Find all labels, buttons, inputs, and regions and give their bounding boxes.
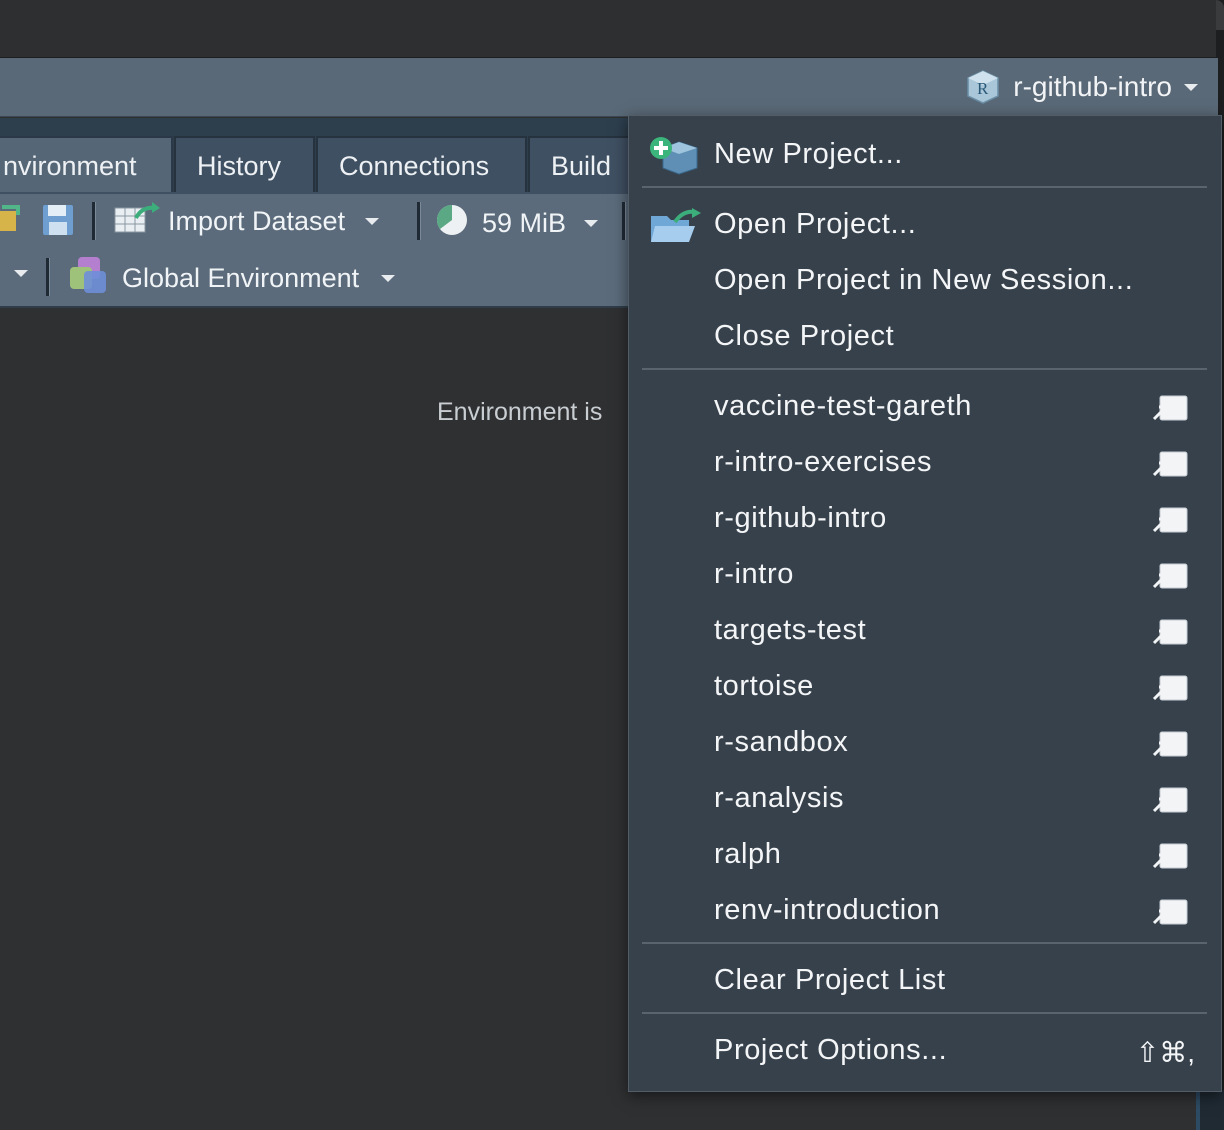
- project-dropdown-menu: New Project... Open Project... Open Proj…: [628, 115, 1222, 1092]
- tab-label: History: [197, 150, 282, 181]
- open-in-new-session-icon[interactable]: [1151, 506, 1189, 534]
- environment-select[interactable]: Global Environment: [70, 257, 396, 300]
- environment-scope-toolbar: Global Environment: [0, 250, 640, 308]
- pane-scrollbar[interactable]: [1196, 1090, 1224, 1130]
- tab-environment[interactable]: nvironment: [0, 136, 173, 194]
- chevron-down-icon: [584, 220, 599, 227]
- recent-project-item[interactable]: r-intro-exercises: [714, 446, 932, 479]
- project-options-shortcut: ⇧⌘,: [1135, 1037, 1195, 1068]
- close-project-menu-item[interactable]: Close Project: [714, 320, 894, 353]
- open-in-new-session-icon[interactable]: [1151, 842, 1189, 870]
- tab-history[interactable]: History: [174, 136, 315, 194]
- chevron-down-icon: [381, 275, 396, 282]
- chevron-down-icon: [1184, 83, 1198, 91]
- import-dataset-label: Import Dataset: [168, 206, 346, 236]
- recent-project-item[interactable]: tortoise: [714, 670, 814, 703]
- recent-project-item[interactable]: r-analysis: [714, 782, 844, 815]
- load-workspace-button[interactable]: [0, 201, 24, 242]
- recent-project-item[interactable]: r-sandbox: [714, 726, 848, 759]
- tab-build[interactable]: Build: [528, 136, 642, 194]
- toolbar-separator: [417, 202, 421, 240]
- tab-label: nvironment: [3, 150, 137, 181]
- toolbar-separator: [92, 202, 96, 240]
- memory-usage-label: 59 MiB: [482, 208, 567, 238]
- open-in-new-session-icon[interactable]: [1151, 786, 1189, 814]
- open-in-new-session-icon[interactable]: [1151, 674, 1189, 702]
- recent-project-item[interactable]: targets-test: [714, 614, 866, 647]
- tab-label: Connections: [339, 150, 490, 181]
- open-in-new-session-icon[interactable]: [1151, 618, 1189, 646]
- open-in-new-session-icon[interactable]: [1151, 898, 1189, 926]
- chevron-down-icon: [365, 218, 380, 225]
- window-title-bar: [0, 0, 1224, 58]
- save-workspace-button[interactable]: [42, 204, 74, 243]
- open-in-new-session-icon[interactable]: [1151, 730, 1189, 758]
- open-project-new-session-menu-item[interactable]: Open Project in New Session...: [714, 264, 1133, 297]
- open-in-new-session-icon[interactable]: [1151, 450, 1189, 478]
- open-project-icon: [649, 208, 701, 249]
- chevron-down-icon: [14, 270, 28, 277]
- new-project-icon: [649, 136, 701, 181]
- language-select-button[interactable]: [14, 270, 28, 277]
- memory-pie-icon: [436, 204, 468, 243]
- new-project-menu-item[interactable]: New Project...: [714, 138, 903, 171]
- tab-label: Build: [551, 150, 612, 181]
- recent-project-item[interactable]: ralph: [714, 838, 782, 871]
- environment-select-label: Global Environment: [122, 263, 360, 293]
- project-options-menu-item[interactable]: Project Options...: [714, 1034, 947, 1067]
- environment-stack-icon: [70, 257, 110, 300]
- r-project-icon: R: [965, 69, 1001, 105]
- menu-divider: [642, 942, 1207, 944]
- svg-text:R: R: [977, 79, 989, 98]
- toolbar-separator: [46, 258, 50, 296]
- open-in-new-session-icon[interactable]: [1151, 394, 1189, 422]
- recent-project-item[interactable]: r-github-intro: [714, 502, 887, 535]
- menu-divider: [642, 368, 1207, 370]
- folder-open-icon: [0, 201, 24, 242]
- recent-project-item[interactable]: renv-introduction: [714, 894, 940, 927]
- project-menu-button[interactable]: R r-github-intro: [965, 68, 1198, 106]
- main-toolbar: R r-github-intro: [0, 58, 1218, 117]
- tab-connections[interactable]: Connections: [316, 136, 527, 194]
- environment-toolbar: Import Dataset 59 MiB: [0, 192, 640, 252]
- open-in-new-session-icon[interactable]: [1151, 562, 1189, 590]
- toolbar-separator: [622, 202, 626, 240]
- recent-project-item[interactable]: r-intro: [714, 558, 794, 591]
- menu-divider: [642, 186, 1207, 188]
- environment-empty-message: Environment is: [437, 398, 603, 426]
- open-project-menu-item[interactable]: Open Project...: [714, 208, 916, 241]
- save-icon: [42, 204, 74, 243]
- recent-project-item[interactable]: vaccine-test-gareth: [714, 390, 972, 423]
- clear-project-list-menu-item[interactable]: Clear Project List: [714, 964, 946, 997]
- project-name: r-github-intro: [1013, 71, 1172, 102]
- memory-usage-button[interactable]: 59 MiB: [436, 204, 599, 243]
- import-table-icon: [114, 202, 160, 241]
- import-dataset-button[interactable]: Import Dataset: [114, 202, 380, 241]
- menu-divider: [642, 1012, 1207, 1014]
- pane-tabstrip: nvironment History Connections Build: [0, 118, 642, 194]
